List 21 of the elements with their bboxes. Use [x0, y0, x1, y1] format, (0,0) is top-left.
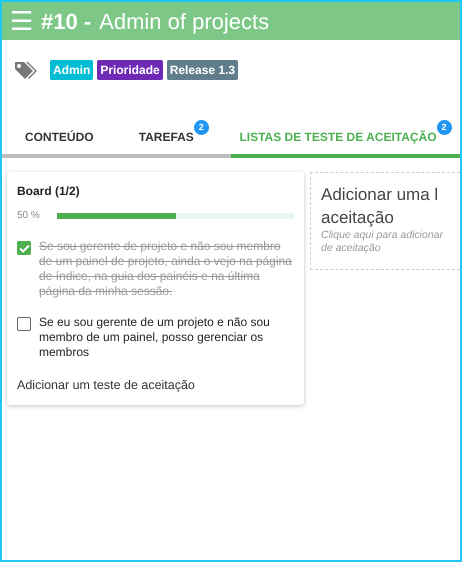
tags-icon	[14, 60, 38, 82]
count-badge: 2	[194, 120, 209, 135]
add-test-link[interactable]: Adicionar um teste de aceitação	[17, 376, 294, 395]
tag-label[interactable]: Prioridade	[97, 60, 163, 80]
tab[interactable]: TAREFAS 2	[116, 120, 231, 158]
test-item-text: Se eu sou gerente de um projeto e não sou membro de um painel, posso gerenciar os membros	[39, 315, 271, 360]
add-list-title: aceitação	[321, 208, 394, 227]
checkbox[interactable]	[17, 317, 31, 331]
add-list-card[interactable]: Adicionar uma l aceitação Clique aqui para adicionar de aceitação	[310, 172, 460, 270]
count-badge: 2	[436, 120, 452, 135]
tag-label[interactable]: Release 1.3	[166, 60, 238, 80]
add-list-title: Adicionar uma l	[321, 185, 438, 204]
test-item-text: Se sou gerente de projeto e não sou membro de um painel de projeto, ainda o vejo na página de índice, na guia dos painéis e na última página da minha sessão.	[39, 239, 293, 299]
checklist-title: Board (1/2)	[17, 183, 81, 200]
checkbox[interactable]	[17, 241, 31, 255]
tab[interactable]: CONTEÚDO	[2, 120, 116, 158]
add-list-hint: de aceitação	[321, 242, 381, 254]
progress-percent: 50 %	[17, 209, 41, 223]
page-title: Admin of projects	[99, 8, 270, 36]
issue-number: #10 -	[41, 8, 92, 36]
add-list-hint: Clique aqui para adicionar	[321, 229, 443, 241]
